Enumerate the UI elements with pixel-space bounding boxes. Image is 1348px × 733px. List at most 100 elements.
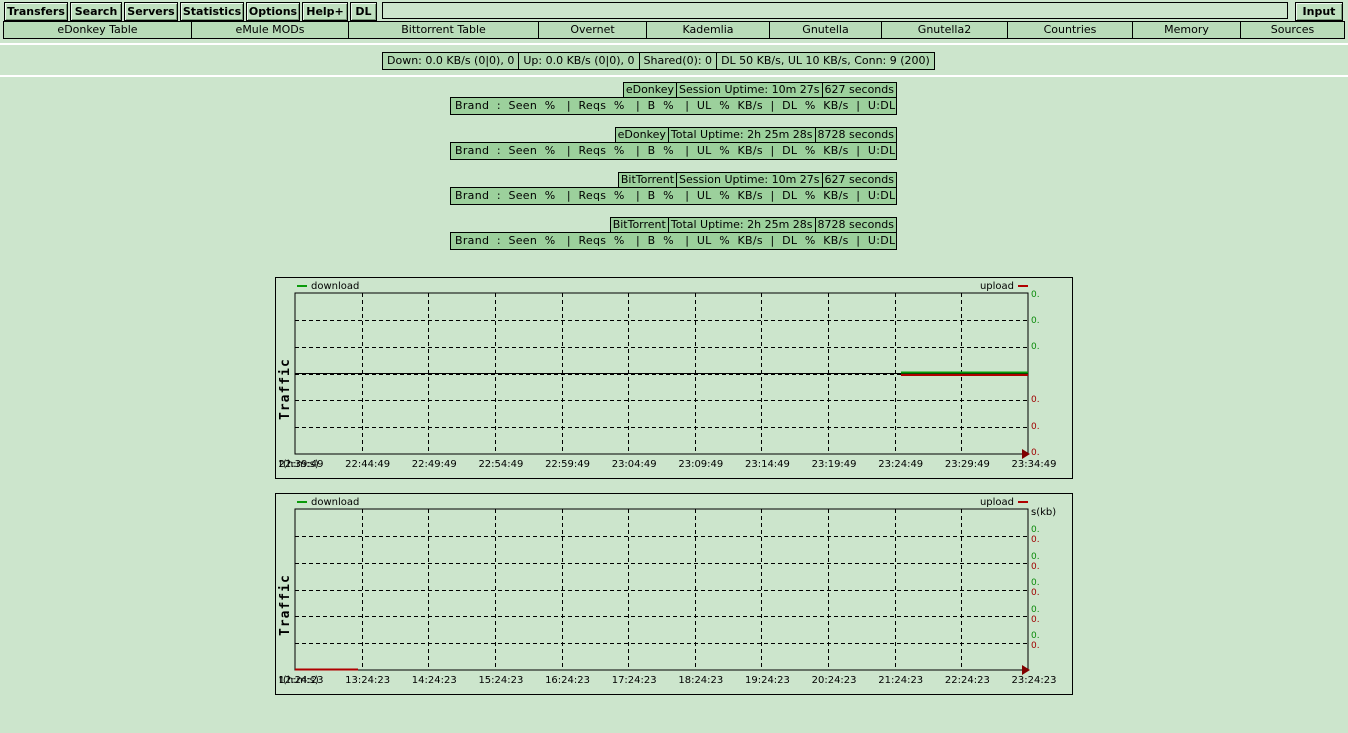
axis-value-label: 0.: [1031, 525, 1040, 535]
brand-table-edonkey-session: eDonkey Session Uptime: 10m 27s 627 seco…: [450, 82, 897, 115]
table-header-row: Brand : Seen % | Reqs % | B % | UL % KB/…: [450, 232, 897, 250]
x-tick-label: 23:29:49: [944, 459, 990, 470]
x-tick-label: 23:04:49: [611, 459, 657, 470]
tab-countries[interactable]: Countries: [1008, 22, 1133, 38]
table-header-row: Brand : Seen % | Reqs % | B % | UL % KB/…: [450, 97, 897, 115]
table-uptime: Session Uptime: 10m 27s: [676, 172, 823, 187]
brand-table-bittorrent-session: BitTorrent Session Uptime: 10m 27s 627 s…: [450, 172, 897, 205]
divider: [0, 43, 1348, 45]
tab-memory[interactable]: Memory: [1133, 22, 1241, 38]
x-tick-label: 23:24:49: [878, 459, 924, 470]
legend-upload-label: upload: [979, 281, 1014, 292]
input-button[interactable]: Input: [1295, 2, 1343, 21]
x-tick-label: 23:14:49: [744, 459, 790, 470]
status-bar: Down: 0.0 KB/s (0|0), 0 Up: 0.0 KB/s (0|…: [382, 52, 935, 70]
table-header-row: Brand : Seen % | Reqs % | B % | UL % KB/…: [450, 142, 897, 160]
x-tick-label: 21:24:23: [878, 675, 924, 686]
table-header-row: Brand : Seen % | Reqs % | B % | UL % KB/…: [450, 187, 897, 205]
axis-arrow-icon: [1022, 449, 1030, 459]
x-tick-label: 23:34:49: [1011, 459, 1057, 470]
tab-overnet[interactable]: Overnet: [539, 22, 647, 38]
brand-table-bittorrent-total: BitTorrent Total Uptime: 2h 25m 28s 8728…: [450, 217, 897, 250]
x-tick-label: 22:54:49: [478, 459, 524, 470]
axis-value-label: 0.: [1031, 604, 1040, 615]
search-button[interactable]: Search: [70, 2, 122, 21]
transfers-button[interactable]: Transfers: [4, 2, 68, 21]
divider: [0, 75, 1348, 77]
axis-value-label: 0.: [1031, 535, 1040, 545]
y-axis-label: Traffic: [278, 574, 293, 636]
legend-download: download: [297, 281, 359, 292]
legend-upload: upload: [980, 281, 1028, 292]
x-tick-label: 15:24:23: [478, 675, 524, 686]
x-tick-label: 12:24:23: [278, 675, 324, 686]
axis-value-label: 0.: [1031, 316, 1040, 326]
x-tick-label: 23:19:49: [811, 459, 857, 470]
statistics-button[interactable]: Statistics: [180, 2, 244, 21]
axis-value-label: 0.: [1031, 422, 1040, 432]
unit-label: s(kb): [1031, 507, 1057, 518]
download-swatch-icon: [297, 501, 307, 503]
legend-upload-label: upload: [979, 497, 1014, 508]
axis-value-label: 0.: [1031, 551, 1040, 562]
tab-gnutella[interactable]: Gnutella: [770, 22, 882, 38]
axis-value-label: 0.: [1031, 614, 1040, 625]
traffic-graph-total: download upload s(kb) Traffic t(h:m:s) 1…: [275, 493, 1073, 695]
help-button[interactable]: Help+: [302, 2, 348, 21]
axis-value-label: 0.: [1031, 342, 1040, 352]
options-button[interactable]: Options: [246, 2, 300, 21]
axis-value-label: 0.: [1031, 290, 1040, 300]
table-network: eDonkey: [622, 82, 678, 97]
table-uptime: Session Uptime: 10m 27s: [676, 82, 823, 97]
legend-download-label: download: [311, 497, 360, 508]
table-seconds: 627 seconds: [821, 172, 897, 187]
axis-value-label: 0.: [1031, 588, 1040, 598]
table-uptime: Total Uptime: 2h 25m 28s: [667, 127, 816, 142]
axis-value-label: 0.: [1031, 395, 1040, 405]
x-tick-label: 18:24:23: [678, 675, 724, 686]
axis-value-label: 0.: [1031, 561, 1040, 572]
tab-emule-mods[interactable]: eMule MODs: [192, 22, 349, 38]
tab-edonkey-table[interactable]: eDonkey Table: [4, 22, 192, 38]
y-axis-label: Traffic: [278, 358, 293, 420]
table-seconds: 627 seconds: [821, 82, 897, 97]
tab-sources[interactable]: Sources: [1241, 22, 1344, 38]
traffic-graph-session: download upload Traffic t(h:m:s) 22:39:4…: [275, 277, 1073, 479]
table-seconds: 8728 seconds: [814, 127, 897, 142]
axis-value-label: 0.: [1031, 578, 1040, 588]
legend-download-label: download: [311, 281, 360, 292]
brand-table-edonkey-total: eDonkey Total Uptime: 2h 25m 28s 8728 se…: [450, 127, 897, 160]
toolbar: Transfers Search Servers Statistics Opti…: [0, 0, 1348, 22]
table-network: eDonkey: [614, 127, 669, 142]
dl-button[interactable]: DL: [350, 2, 377, 21]
upload-swatch-icon: [1018, 285, 1028, 287]
tab-bittorrent-table[interactable]: Bittorrent Table: [349, 22, 539, 38]
x-tick-label: 22:24:23: [944, 675, 990, 686]
x-tick-label: 19:24:23: [744, 675, 790, 686]
axis-value-label: 0.: [1031, 631, 1040, 641]
x-tick-label: 13:24:23: [345, 675, 391, 686]
table-seconds: 8728 seconds: [814, 217, 897, 232]
x-tick-label: 22:39:49: [278, 459, 324, 470]
x-tick-label: 17:24:23: [611, 675, 657, 686]
x-tick-label: 14:24:23: [411, 675, 457, 686]
x-tick-label: 20:24:23: [811, 675, 857, 686]
graph-canvas: [294, 292, 1030, 459]
table-network: BitTorrent: [609, 217, 669, 232]
legend-download: download: [297, 497, 359, 508]
axis-value-label: 0.: [1031, 641, 1040, 651]
servers-button[interactable]: Servers: [124, 2, 178, 21]
x-tick-label: 22:49:49: [411, 459, 457, 470]
table-network: BitTorrent: [617, 172, 678, 187]
x-tick-label: 22:59:49: [545, 459, 590, 470]
status-shared: Shared(0): 0: [640, 53, 718, 69]
download-swatch-icon: [297, 285, 307, 287]
table-uptime: Total Uptime: 2h 25m 28s: [667, 217, 816, 232]
statistics-subtabs: eDonkey Table eMule MODs Bittorrent Tabl…: [3, 21, 1345, 39]
x-tick-label: 23:09:49: [678, 459, 724, 470]
tab-gnutella2[interactable]: Gnutella2: [882, 22, 1008, 38]
graph-canvas: [294, 508, 1030, 675]
tab-kademlia[interactable]: Kademlia: [647, 22, 770, 38]
axis-arrow-icon: [1022, 665, 1030, 675]
command-input[interactable]: [382, 2, 1288, 19]
